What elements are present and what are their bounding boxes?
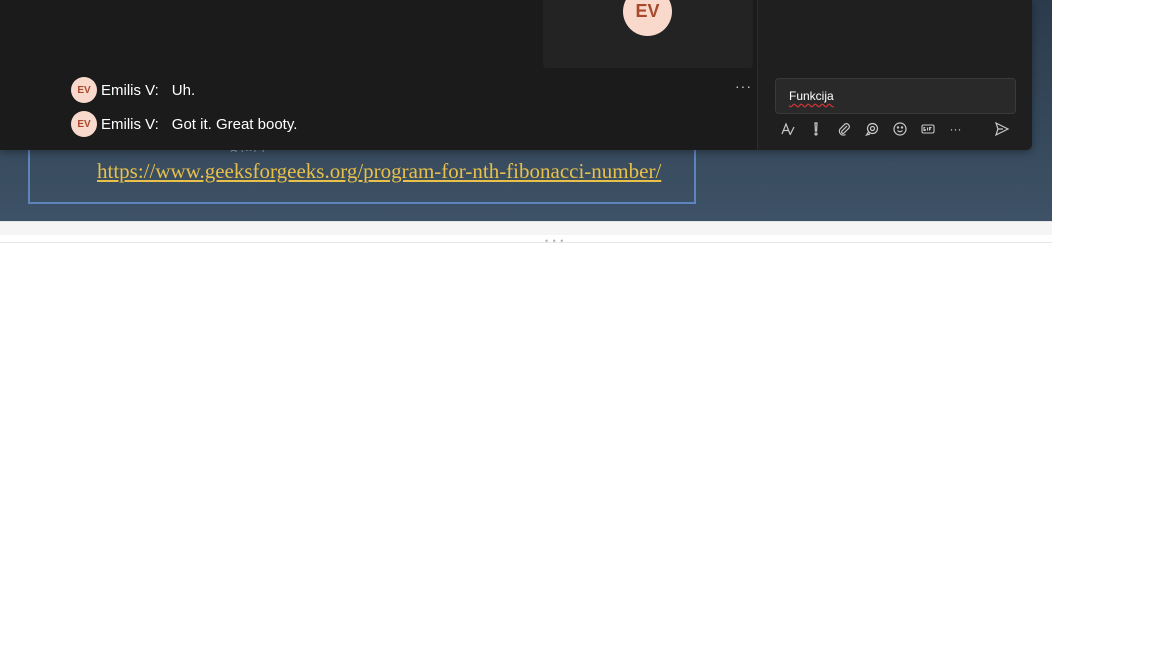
priority-icon[interactable] [807, 119, 824, 139]
caption-text: Uh. [171, 81, 196, 99]
emoji-icon[interactable] [891, 119, 908, 139]
format-icon[interactable] [779, 119, 796, 139]
pane-splitter[interactable] [0, 221, 1052, 235]
chat-compose-input[interactable]: Funkcija [775, 78, 1016, 114]
avatar: EV [71, 111, 97, 137]
send-button[interactable] [992, 119, 1012, 139]
pane-divider [0, 242, 1052, 243]
fibonacci-link[interactable]: https://www.geeksforgeeks.org/program-fo… [97, 156, 677, 186]
caption-text: Got it. Great booty. [171, 115, 298, 133]
compose-toolbar: ··· [779, 118, 975, 140]
loop-icon[interactable] [863, 119, 880, 139]
caption-line: EV Emilis V: Uh. [71, 77, 195, 103]
avatar: EV [71, 77, 97, 103]
caption-line: EV Emilis V: Got it. Great booty. [71, 111, 297, 137]
more-icon[interactable]: ··· [947, 119, 964, 139]
caption-speaker: Emilis V: [101, 115, 159, 133]
captions-more-button[interactable]: ··· [735, 78, 752, 94]
send-icon [994, 121, 1010, 137]
caption-speaker: Emilis V: [101, 81, 159, 99]
splitter-grip-icon[interactable]: • • • [545, 236, 564, 246]
gif-icon[interactable] [919, 119, 936, 139]
attach-icon[interactable] [835, 119, 852, 139]
